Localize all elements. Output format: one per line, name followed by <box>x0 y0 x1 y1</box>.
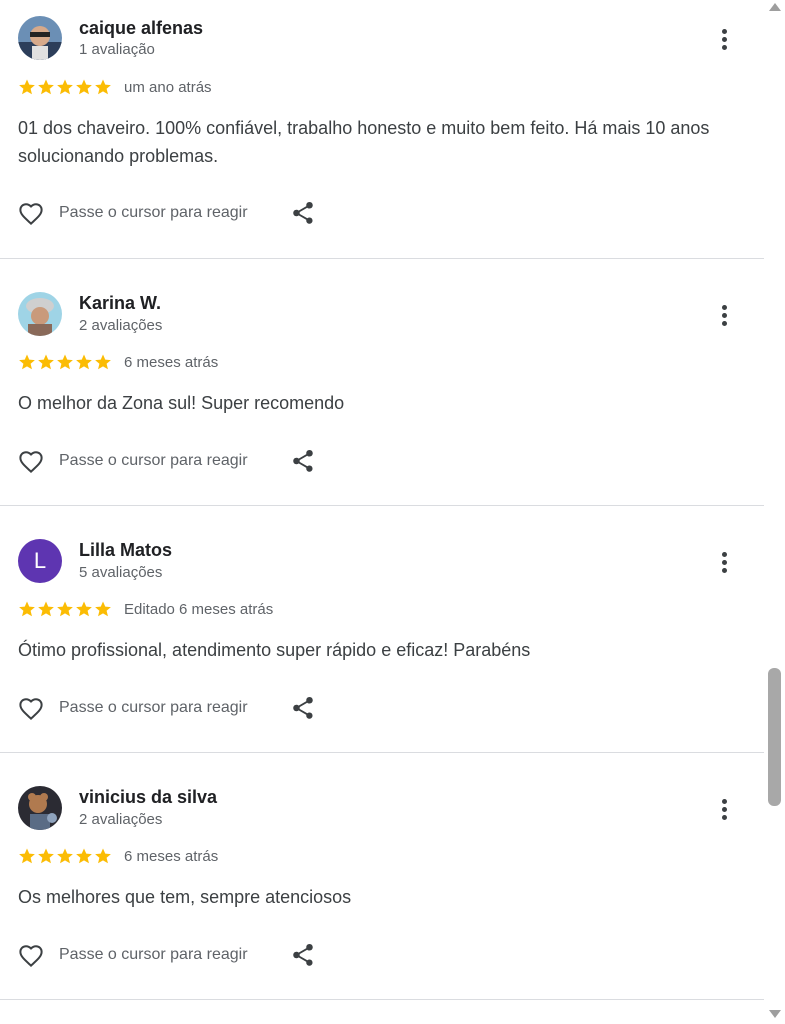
heart-icon[interactable] <box>16 446 46 476</box>
reaction-row: Passe o cursor para reagir <box>16 693 316 723</box>
star-icon <box>38 601 54 617</box>
reaction-row: Passe o cursor para reagir <box>16 446 316 476</box>
reaction-row: Passe o cursor para reagir <box>16 198 316 228</box>
heart-icon[interactable] <box>16 940 46 970</box>
reviewer-name[interactable]: Lilla Matos <box>79 540 172 561</box>
star-icon <box>19 79 35 95</box>
avatar-photo-icon <box>18 786 62 830</box>
reviewer-name[interactable]: vinicius da silva <box>79 787 217 808</box>
star-icon <box>57 601 73 617</box>
review-text: Ótimo profissional, atendimento super rá… <box>18 640 531 660</box>
star-icon <box>76 601 92 617</box>
reviewer-name[interactable]: Karina W. <box>79 293 161 314</box>
review-text: Os melhores que tem, sempre atenciosos <box>18 887 352 907</box>
review-date: 6 meses atrás <box>124 353 219 371</box>
star-icon <box>19 354 35 370</box>
react-label: Passe o cursor para reagir <box>59 204 248 221</box>
rating-row: 6 meses atrás <box>18 353 218 371</box>
review-count: 5 avaliações <box>79 564 163 581</box>
review-card: vinicius da silva 2 avaliações 6 meses a… <box>0 753 764 1000</box>
share-icon[interactable] <box>290 695 316 721</box>
star-icon <box>38 79 54 95</box>
scrollbar[interactable] <box>764 0 785 1024</box>
review-card: L Lilla Matos 5 avaliações Editado 6 mes… <box>0 506 764 753</box>
star-icon <box>19 848 35 864</box>
star-rating <box>18 847 112 865</box>
heart-icon[interactable] <box>16 693 46 723</box>
more-options-button[interactable] <box>712 301 736 329</box>
review-date: 6 meses atrás <box>124 847 219 865</box>
reviewer-name[interactable]: caique alfenas <box>79 18 203 39</box>
star-icon <box>57 354 73 370</box>
review-text: O melhor da Zona sul! Super recomendo <box>18 393 345 413</box>
review-date: Editado 6 meses atrás <box>124 600 274 618</box>
more-options-button[interactable] <box>712 25 736 53</box>
reviews-list: caique alfenas 1 avaliação um ano atrás … <box>0 0 764 1000</box>
more-options-button[interactable] <box>712 795 736 823</box>
star-icon <box>38 848 54 864</box>
react-label: Passe o cursor para reagir <box>59 946 248 963</box>
rating-row: um ano atrás <box>18 78 212 96</box>
avatar-initial: L <box>33 548 47 573</box>
avatar[interactable] <box>18 786 62 830</box>
star-icon <box>95 354 111 370</box>
share-icon[interactable] <box>290 200 316 226</box>
avatar[interactable] <box>18 292 62 336</box>
star-icon <box>76 354 92 370</box>
rating-row: 6 meses atrás <box>18 847 218 865</box>
review-card: caique alfenas 1 avaliação um ano atrás … <box>0 0 764 259</box>
scroll-up-arrow-icon[interactable] <box>769 3 781 11</box>
avatar-photo-icon <box>18 292 62 336</box>
share-icon[interactable] <box>290 448 316 474</box>
star-icon <box>95 601 111 617</box>
avatar[interactable] <box>18 16 62 60</box>
react-label: Passe o cursor para reagir <box>59 699 248 716</box>
review-text: 01 dos chaveiro. 100% confiável, trabalh… <box>18 118 710 166</box>
share-icon[interactable] <box>290 942 316 968</box>
review-count: 2 avaliações <box>79 317 163 334</box>
star-icon <box>57 848 73 864</box>
scroll-down-arrow-icon[interactable] <box>769 1010 781 1018</box>
star-rating <box>18 78 112 96</box>
star-rating <box>18 353 112 371</box>
scrollbar-thumb[interactable] <box>768 668 781 806</box>
star-icon <box>95 848 111 864</box>
star-icon <box>76 79 92 95</box>
star-rating <box>18 600 112 618</box>
review-card: Karina W. 2 avaliações 6 meses atrás O m… <box>0 259 764 506</box>
more-options-button[interactable] <box>712 548 736 576</box>
review-date: um ano atrás <box>124 78 212 96</box>
react-label: Passe o cursor para reagir <box>59 452 248 469</box>
avatar-photo-icon <box>18 16 62 60</box>
rating-row: Editado 6 meses atrás <box>18 600 273 618</box>
star-icon <box>95 79 111 95</box>
heart-icon[interactable] <box>16 198 46 228</box>
reaction-row: Passe o cursor para reagir <box>16 940 316 970</box>
star-icon <box>57 79 73 95</box>
review-count: 1 avaliação <box>79 41 155 58</box>
star-icon <box>19 601 35 617</box>
star-icon <box>38 354 54 370</box>
avatar[interactable]: L <box>18 539 62 583</box>
star-icon <box>76 848 92 864</box>
review-count: 2 avaliações <box>79 811 163 828</box>
